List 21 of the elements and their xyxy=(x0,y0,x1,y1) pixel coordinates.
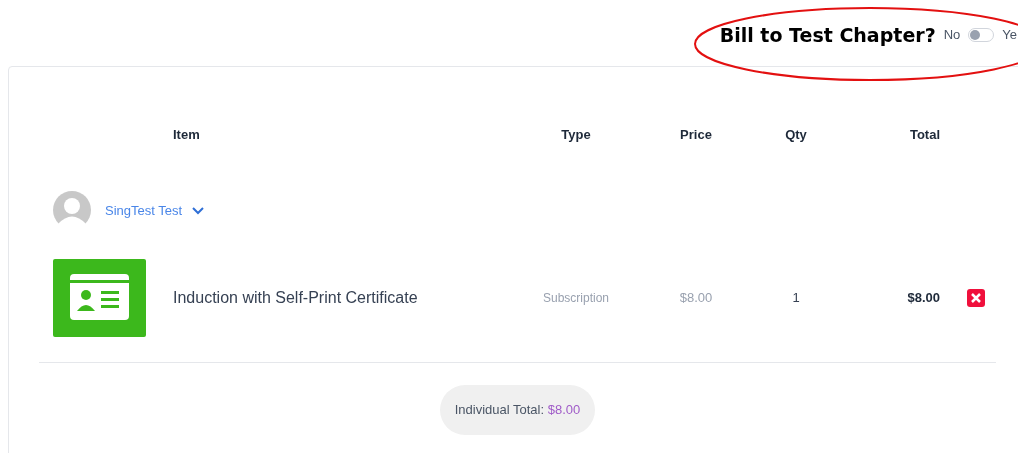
item-type: Subscription xyxy=(541,289,610,307)
yes-label: Ye xyxy=(1002,26,1017,45)
chevron-down-icon xyxy=(192,207,205,215)
bill-toggle[interactable] xyxy=(968,28,995,42)
column-header: Price xyxy=(679,126,713,145)
no-label: No xyxy=(943,26,961,45)
column-header: Total xyxy=(908,126,941,145)
item-name: Induction with Self-Print Certificate xyxy=(173,287,418,308)
column-header: Type xyxy=(560,126,592,145)
item-qty: 1 xyxy=(791,288,801,307)
bill-to-label: Bill to Test Chapter? xyxy=(719,22,936,48)
column-header: Item xyxy=(172,126,201,145)
column-header: Qty xyxy=(784,126,808,145)
member-dropdown[interactable]: SingTest Test xyxy=(105,201,205,221)
id-card-icon xyxy=(53,258,146,337)
remove-button[interactable] xyxy=(967,288,985,307)
individual-total: Individual Total: $8.00 xyxy=(439,385,596,435)
item-total: $8.00 xyxy=(906,288,941,307)
item-price: $8.00 xyxy=(678,288,714,307)
close-icon xyxy=(971,292,981,303)
avatar-icon xyxy=(53,191,91,229)
